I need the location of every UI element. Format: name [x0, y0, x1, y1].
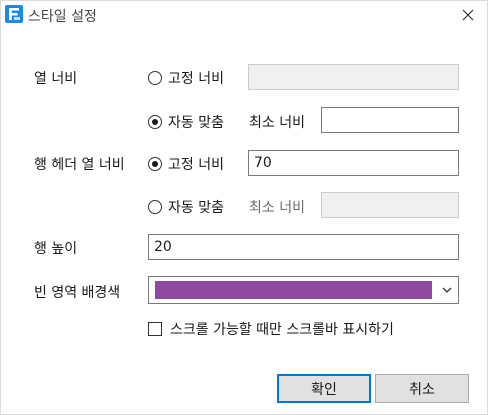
header-col-width-label: 행 헤더 열 너비 [34, 157, 125, 173]
radio-circle-selected [148, 157, 162, 171]
empty-bg-label: 빈 영역 배경색 [34, 285, 121, 301]
radio-circle [148, 200, 162, 214]
col-width-fixed-radio[interactable]: 고정 너비 [148, 68, 224, 88]
header-col-width-fixed-radio[interactable]: 고정 너비 [148, 154, 224, 174]
col-width-auto-radio[interactable]: 자동 맞춤 [148, 112, 224, 132]
header-col-width-auto-label: 자동 맞춤 [168, 200, 224, 216]
cancel-button[interactable]: 취소 [375, 374, 469, 403]
radio-circle-selected [148, 115, 162, 129]
style-settings-dialog: 스타일 설정 열 너비 고정 너비 자동 맞춤 최소 너비 행 헤더 열 너비 … [0, 0, 488, 415]
ok-button[interactable]: 확인 [277, 374, 371, 403]
header-col-width-fixed-label: 고정 너비 [168, 157, 224, 173]
empty-bg-color-dropdown[interactable] [148, 276, 459, 304]
row-height-input[interactable]: 20 [148, 234, 459, 260]
color-swatch [155, 281, 432, 299]
col-width-label: 열 너비 [34, 71, 78, 87]
col-width-fixed-input[interactable] [248, 64, 459, 90]
header-col-width-auto-radio[interactable]: 자동 맞춤 [148, 197, 224, 217]
scrollbar-checkbox-label: 스크롤 가능할 때만 스크롤바 표시하기 [170, 322, 394, 338]
col-width-min-label: 최소 너비 [249, 115, 305, 131]
close-button[interactable] [453, 3, 483, 27]
window-title: 스타일 설정 [28, 9, 97, 25]
col-width-min-input[interactable] [321, 107, 459, 133]
col-width-fixed-label: 고정 너비 [168, 71, 224, 87]
close-icon [462, 9, 474, 21]
title-bar: 스타일 설정 [1, 1, 487, 29]
header-col-width-min-input[interactable] [321, 192, 459, 218]
scrollbar-checkbox[interactable]: 스크롤 가능할 때만 스크롤바 표시하기 [148, 319, 394, 339]
chevron-down-icon [442, 287, 452, 293]
col-width-auto-label: 자동 맞춤 [168, 115, 224, 131]
row-height-label: 행 높이 [34, 241, 78, 257]
radio-circle [148, 71, 162, 85]
app-f-icon [5, 5, 23, 23]
header-col-width-fixed-input[interactable]: 70 [248, 150, 459, 176]
checkbox-box [148, 322, 162, 336]
header-col-width-min-label: 최소 너비 [249, 200, 305, 216]
